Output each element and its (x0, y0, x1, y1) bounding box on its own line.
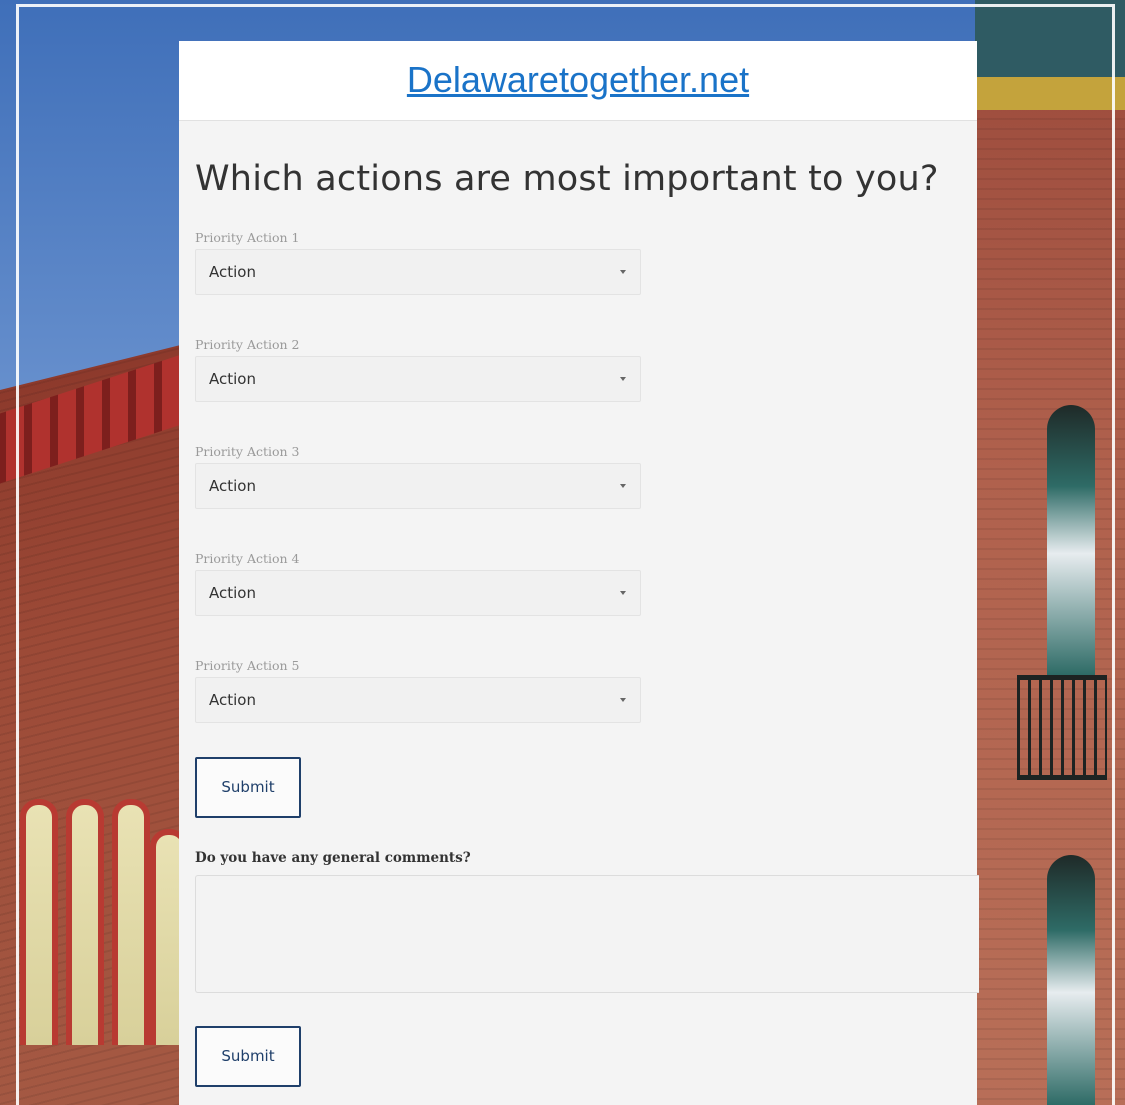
submit-comments-button[interactable]: Submit (195, 1026, 301, 1087)
priority-action-5-label: Priority Action 5 (195, 658, 300, 673)
priority-action-3-select[interactable]: Action (195, 463, 641, 509)
priority-action-2-label: Priority Action 2 (195, 337, 300, 352)
select-value: Action (209, 691, 256, 709)
priority-action-2-select[interactable]: Action (195, 356, 641, 402)
site-link[interactable]: Delawaretogether.net (407, 59, 749, 101)
right-cornice (975, 0, 1125, 110)
chevron-down-icon (620, 377, 626, 381)
chevron-down-icon (620, 484, 626, 488)
left-arch-window (20, 799, 58, 1045)
left-arch-window (112, 799, 150, 1045)
left-arch-window (66, 799, 104, 1045)
priority-action-4-label: Priority Action 4 (195, 551, 300, 566)
priority-action-1-label: Priority Action 1 (195, 230, 300, 245)
comments-label: Do you have any general comments? (195, 850, 471, 866)
chevron-down-icon (620, 591, 626, 595)
balcony-railing (1017, 675, 1107, 780)
select-value: Action (209, 370, 256, 388)
form-panel: Delawaretogether.net Which actions are m… (179, 41, 979, 1105)
submit-priorities-button[interactable]: Submit (195, 757, 301, 818)
select-value: Action (209, 584, 256, 602)
priority-action-1-select[interactable]: Action (195, 249, 641, 295)
chevron-down-icon (620, 270, 626, 274)
right-arch-window (1047, 405, 1095, 675)
comments-textarea[interactable] (195, 875, 979, 993)
priority-action-5-select[interactable]: Action (195, 677, 641, 723)
panel-header: Delawaretogether.net (179, 41, 977, 121)
select-value: Action (209, 477, 256, 495)
chevron-down-icon (620, 698, 626, 702)
priority-action-3-label: Priority Action 3 (195, 444, 300, 459)
priority-action-4-select[interactable]: Action (195, 570, 641, 616)
right-arch-window (1047, 855, 1095, 1105)
page-title: Which actions are most important to you? (195, 159, 939, 199)
select-value: Action (209, 263, 256, 281)
